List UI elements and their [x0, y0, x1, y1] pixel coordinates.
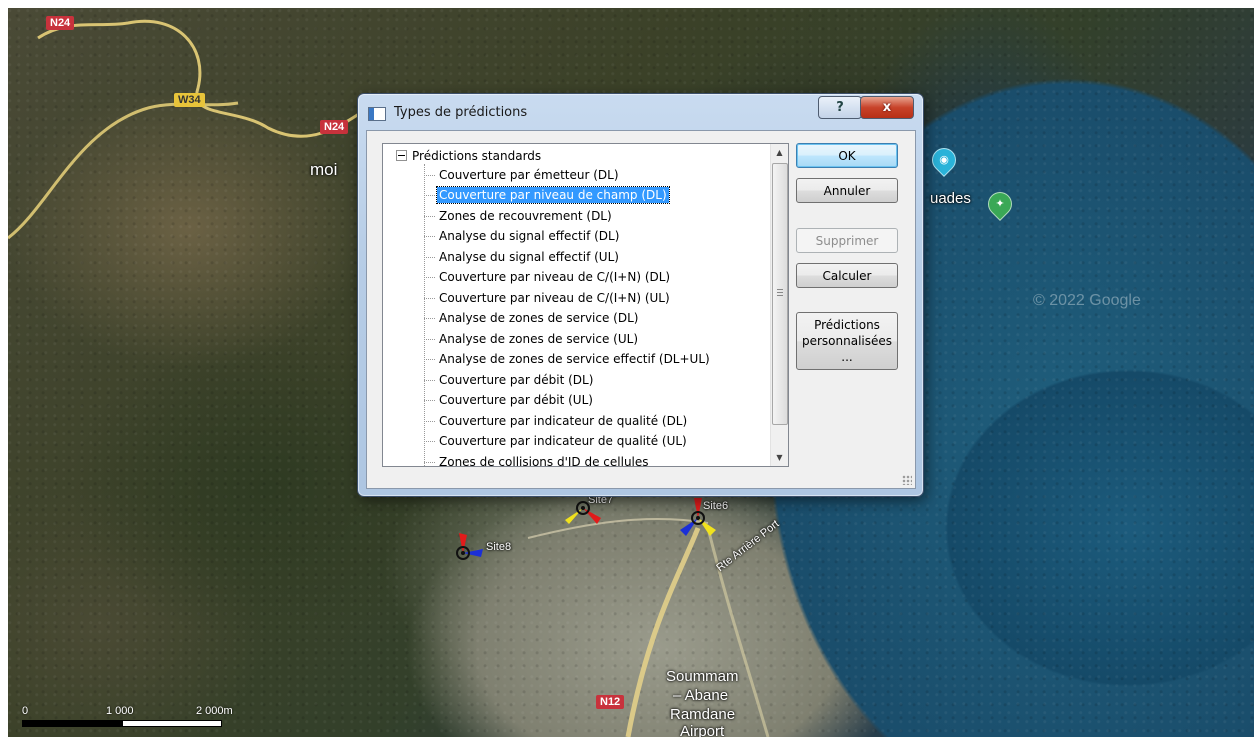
- tree-scrollbar[interactable]: ▲ ▼: [770, 144, 788, 466]
- sector-yellow: [698, 518, 716, 536]
- tree-item[interactable]: Analyse de zones de service (DL): [424, 308, 640, 328]
- site-marker-dot: [696, 516, 700, 520]
- dialog-title: Types de prédictions: [394, 105, 528, 120]
- tree-connector: [424, 380, 435, 381]
- tree-connector: [424, 339, 435, 340]
- tree-item-label: Couverture par émetteur (DL): [439, 168, 619, 182]
- tree-item[interactable]: Analyse du signal effectif (DL): [424, 226, 621, 246]
- cancel-button[interactable]: Annuler: [796, 178, 898, 203]
- tree-item[interactable]: Couverture par débit (DL): [424, 370, 595, 390]
- tree-item[interactable]: Analyse du signal effectif (UL): [424, 247, 621, 267]
- tree-item-label: Analyse de zones de service (UL): [439, 332, 639, 346]
- tree-item-label: Couverture par niveau de C/(I+N) (DL): [439, 270, 671, 284]
- prediction-tree[interactable]: Prédictions standards Couverture par éme…: [382, 143, 789, 467]
- site-marker-dot: [581, 506, 585, 510]
- custom-predictions-label-1: Prédictions: [814, 318, 880, 332]
- tree-connector: [424, 195, 435, 196]
- tree-item-selected[interactable]: Couverture par niveau de champ (DL): [424, 185, 670, 205]
- dialog-client-area: Prédictions standards Couverture par éme…: [366, 130, 916, 489]
- site-marker-dot: [461, 551, 465, 555]
- sector-yellow: [565, 508, 583, 524]
- scrollbar-grip: [777, 289, 783, 297]
- tree-item-label: Couverture par niveau de C/(I+N) (UL): [439, 291, 670, 305]
- scroll-up-arrow-icon[interactable]: ▲: [771, 144, 788, 161]
- site8-antenna: [456, 533, 483, 560]
- tree-item-label: Couverture par indicateur de qualité (DL…: [439, 414, 688, 428]
- tree-connector: [424, 175, 435, 176]
- tree-item[interactable]: Couverture par indicateur de qualité (UL…: [424, 431, 689, 451]
- tree-connector: [424, 421, 435, 422]
- tree-item-label: Analyse de zones de service (DL): [439, 311, 639, 325]
- tree-connector: [424, 216, 435, 217]
- tree-item[interactable]: Couverture par indicateur de qualité (DL…: [424, 411, 689, 431]
- tree-connector: [424, 298, 435, 299]
- sector-red: [583, 508, 601, 524]
- tree-connector: [424, 441, 435, 442]
- prediction-types-dialog: Types de prédictions ? x Prédictions sta…: [357, 93, 924, 497]
- tree-item[interactable]: Couverture par émetteur (DL): [424, 165, 621, 185]
- custom-predictions-button[interactable]: Prédictions personnalisées ...: [796, 312, 898, 370]
- custom-predictions-label-2: personnalisées: [801, 334, 893, 348]
- scroll-down-arrow-icon[interactable]: ▼: [771, 449, 788, 466]
- sector-blue: [680, 518, 698, 536]
- resize-grip-icon[interactable]: [902, 475, 912, 485]
- tree-connector: [424, 462, 435, 463]
- tree-connector: [424, 257, 435, 258]
- tree-item-label: Zones de collisions d'ID de cellules: [439, 455, 649, 467]
- tree-root-label: Prédictions standards: [412, 149, 542, 163]
- help-button[interactable]: ?: [818, 96, 862, 119]
- tree-connector: [424, 318, 435, 319]
- tree-connector: [424, 236, 435, 237]
- sector-blue: [463, 549, 483, 557]
- dialog-titlebar[interactable]: Types de prédictions ? x: [358, 94, 923, 128]
- scrollbar-thumb[interactable]: [772, 163, 788, 425]
- tree-item[interactable]: Zones de recouvrement (DL): [424, 206, 614, 226]
- window-icon: [368, 107, 386, 121]
- delete-button[interactable]: Supprimer: [796, 228, 898, 253]
- site6-antenna: [680, 498, 716, 536]
- tree-item[interactable]: Analyse de zones de service (UL): [424, 329, 640, 349]
- tree-item[interactable]: Couverture par débit (UL): [424, 390, 595, 410]
- tree-item-label: Zones de recouvrement (DL): [439, 209, 612, 223]
- tree-connector: [424, 277, 435, 278]
- tree-item-label: Analyse du signal effectif (UL): [439, 250, 619, 264]
- collapse-icon[interactable]: [396, 150, 407, 161]
- tree-item-label: Couverture par débit (DL): [439, 373, 594, 387]
- custom-predictions-label-3: ...: [841, 350, 853, 364]
- tree-item[interactable]: Zones de collisions d'ID de cellules: [424, 452, 651, 467]
- tree-item-label: Couverture par indicateur de qualité (UL…: [439, 434, 687, 448]
- tree-item-label: Analyse du signal effectif (DL): [439, 229, 620, 243]
- tree-connector: [424, 359, 435, 360]
- ok-button[interactable]: OK: [796, 143, 898, 168]
- tree-item-label: Couverture par débit (UL): [439, 393, 593, 407]
- tree-connector: [424, 400, 435, 401]
- sector-red: [459, 533, 467, 553]
- site7-antenna: [565, 501, 601, 524]
- tree-item-label: Analyse de zones de service effectif (DL…: [439, 352, 710, 366]
- tree-root-node[interactable]: Prédictions standards: [396, 146, 541, 166]
- tree-item[interactable]: Couverture par niveau de C/(I+N) (UL): [424, 288, 672, 308]
- tree-item-label: Couverture par niveau de champ (DL): [436, 186, 670, 204]
- tree-item[interactable]: Analyse de zones de service effectif (DL…: [424, 349, 712, 369]
- sector-red: [694, 498, 702, 518]
- calculate-button[interactable]: Calculer: [796, 263, 898, 288]
- close-button[interactable]: x: [860, 96, 914, 119]
- tree-item[interactable]: Couverture par niveau de C/(I+N) (DL): [424, 267, 672, 287]
